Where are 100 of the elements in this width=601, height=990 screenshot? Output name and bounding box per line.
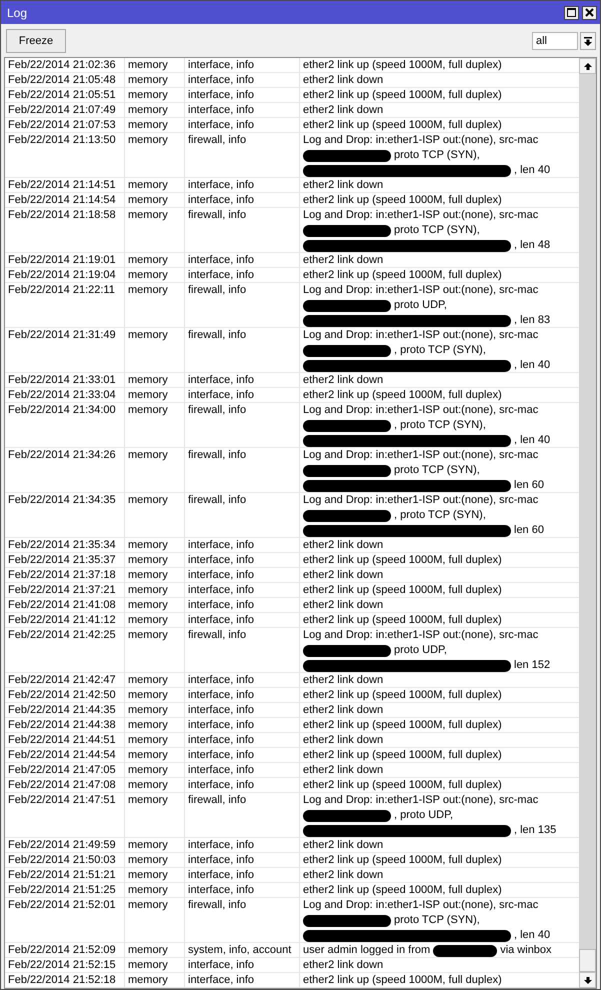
buffer-text: memory bbox=[128, 614, 168, 626]
buffer-text: memory bbox=[128, 764, 168, 776]
topics-text: interface, info bbox=[188, 539, 254, 551]
buffer-text: memory bbox=[128, 959, 168, 971]
redaction-mark-icon bbox=[303, 810, 391, 822]
scroll-thumb[interactable] bbox=[579, 949, 596, 972]
message-text: ether2 link up (speed 1000M, full duplex) bbox=[303, 88, 502, 103]
timestamp-text: Feb/22/2014 21:34:26 bbox=[8, 449, 116, 461]
timestamp-text: Feb/22/2014 21:52:15 bbox=[8, 959, 116, 971]
message-text: ether2 link up (speed 1000M, full duplex) bbox=[303, 853, 502, 868]
message-text: ether2 link up (speed 1000M, full duplex) bbox=[303, 388, 502, 403]
timestamp-text: Feb/22/2014 21:05:48 bbox=[8, 74, 116, 86]
buffer-text: memory bbox=[128, 779, 168, 791]
topics-text: interface, info bbox=[188, 119, 254, 131]
redaction-mark-icon bbox=[303, 644, 391, 656]
message-text: , proto TCP (SYN), bbox=[394, 508, 486, 523]
topics-text: interface, info bbox=[188, 254, 254, 266]
filter-field[interactable]: all bbox=[532, 32, 578, 50]
message-text: ether2 link down bbox=[303, 703, 384, 718]
buffer-text: memory bbox=[128, 209, 168, 221]
buffer-text: memory bbox=[128, 179, 168, 191]
timestamp-text: Feb/22/2014 21:33:04 bbox=[8, 389, 116, 401]
buffer-text: memory bbox=[128, 854, 168, 866]
message-text: ether2 link down bbox=[303, 958, 384, 973]
buffer-text: memory bbox=[128, 974, 168, 986]
redaction-mark-icon bbox=[303, 164, 511, 176]
redaction-mark-icon bbox=[303, 524, 511, 536]
topics-text: interface, info bbox=[188, 749, 254, 761]
buffer-text: memory bbox=[128, 719, 168, 731]
message-text: Log and Drop: in:ether1-ISP out:(none), src-mac bbox=[303, 628, 538, 643]
timestamp-text: Feb/22/2014 21:42:47 bbox=[8, 674, 116, 686]
timestamp-text: Feb/22/2014 21:44:54 bbox=[8, 749, 116, 761]
message-text: ether2 link up (speed 1000M, full duplex) bbox=[303, 118, 502, 133]
topics-text: interface, info bbox=[188, 734, 254, 746]
scrollbar-track[interactable] bbox=[579, 58, 596, 988]
message-text: Log and Drop: in:ether1-ISP out:(none), src-mac bbox=[303, 448, 538, 463]
buffer-text: memory bbox=[128, 284, 168, 296]
redaction-mark-icon bbox=[303, 314, 511, 326]
topics-text: firewall, info bbox=[188, 209, 246, 221]
timestamp-text: Feb/22/2014 21:13:50 bbox=[8, 134, 116, 146]
message-text: ether2 link up (speed 1000M, full duplex) bbox=[303, 778, 502, 793]
message-text: via winbox bbox=[500, 943, 552, 958]
message-text: , len 48 bbox=[514, 238, 550, 253]
redaction-mark-icon bbox=[303, 434, 511, 446]
timestamp-text: Feb/22/2014 21:50:03 bbox=[8, 854, 116, 866]
message-text: , len 83 bbox=[514, 313, 550, 328]
buffer-text: memory bbox=[128, 689, 168, 701]
timestamp-text: Feb/22/2014 21:19:04 bbox=[8, 269, 116, 281]
message-text: len 152 bbox=[514, 658, 550, 673]
timestamp-text: Feb/22/2014 21:47:05 bbox=[8, 764, 116, 776]
topics-text: interface, info bbox=[188, 179, 254, 191]
topics-text: interface, info bbox=[188, 59, 254, 71]
message-text: ether2 link up (speed 1000M, full duplex) bbox=[303, 613, 502, 628]
topics-text: interface, info bbox=[188, 89, 254, 101]
close-button[interactable] bbox=[582, 6, 597, 20]
topics-text: interface, info bbox=[188, 554, 254, 566]
buffer-text: memory bbox=[128, 104, 168, 116]
scroll-down-button[interactable] bbox=[579, 972, 596, 988]
message-text: ether2 link up (speed 1000M, full duplex) bbox=[303, 973, 502, 988]
dropdown-arrow-icon bbox=[584, 36, 592, 46]
topics-text: interface, info bbox=[188, 689, 254, 701]
redaction-mark-icon bbox=[303, 420, 391, 432]
timestamp-text: Feb/22/2014 21:07:49 bbox=[8, 104, 116, 116]
timestamp-text: Feb/22/2014 21:14:54 bbox=[8, 194, 116, 206]
message-text: ether2 link up (speed 1000M, full duplex) bbox=[303, 718, 502, 733]
topics-text: interface, info bbox=[188, 974, 254, 986]
message-text: , len 40 bbox=[514, 433, 550, 448]
message-text: ether2 link down bbox=[303, 868, 384, 883]
topics-text: firewall, info bbox=[188, 329, 246, 341]
dropdown-button[interactable] bbox=[580, 32, 596, 50]
buffer-text: memory bbox=[128, 869, 168, 881]
buffer-text: memory bbox=[128, 59, 168, 71]
message-text: ether2 link down bbox=[303, 178, 384, 193]
scroll-up-button[interactable] bbox=[579, 58, 596, 74]
freeze-button[interactable]: Freeze bbox=[6, 29, 66, 53]
redaction-mark-icon bbox=[303, 824, 511, 836]
message-text: Log and Drop: in:ether1-ISP out:(none), src-mac bbox=[303, 493, 538, 508]
timestamp-text: Feb/22/2014 21:31:49 bbox=[8, 329, 116, 341]
topics-text: interface, info bbox=[188, 719, 254, 731]
timestamp-text: Feb/22/2014 21:19:01 bbox=[8, 254, 116, 266]
buffer-text: memory bbox=[128, 569, 168, 581]
buffer-text: memory bbox=[128, 254, 168, 266]
timestamp-text: Feb/22/2014 21:34:00 bbox=[8, 404, 116, 416]
message-text: ether2 link up (speed 1000M, full duplex) bbox=[303, 58, 502, 73]
message-text: , proto TCP (SYN), bbox=[394, 418, 486, 433]
topics-text: interface, info bbox=[188, 839, 254, 851]
redaction-mark-icon bbox=[303, 240, 511, 252]
topics-text: interface, info bbox=[188, 269, 254, 281]
message-text: ether2 link up (speed 1000M, full duplex) bbox=[303, 688, 502, 703]
redaction-mark-icon bbox=[303, 300, 391, 312]
topics-text: interface, info bbox=[188, 614, 254, 626]
timestamp-text: Feb/22/2014 21:47:08 bbox=[8, 779, 116, 791]
timestamp-text: Feb/22/2014 21:44:35 bbox=[8, 704, 116, 716]
maximize-button[interactable] bbox=[564, 6, 579, 20]
timestamp-text: Feb/22/2014 21:51:25 bbox=[8, 884, 116, 896]
buffer-text: memory bbox=[128, 539, 168, 551]
buffer-text: memory bbox=[128, 674, 168, 686]
topics-text: interface, info bbox=[188, 959, 254, 971]
message-text: proto TCP (SYN), bbox=[394, 913, 480, 928]
timestamp-text: Feb/22/2014 21:42:25 bbox=[8, 629, 116, 641]
